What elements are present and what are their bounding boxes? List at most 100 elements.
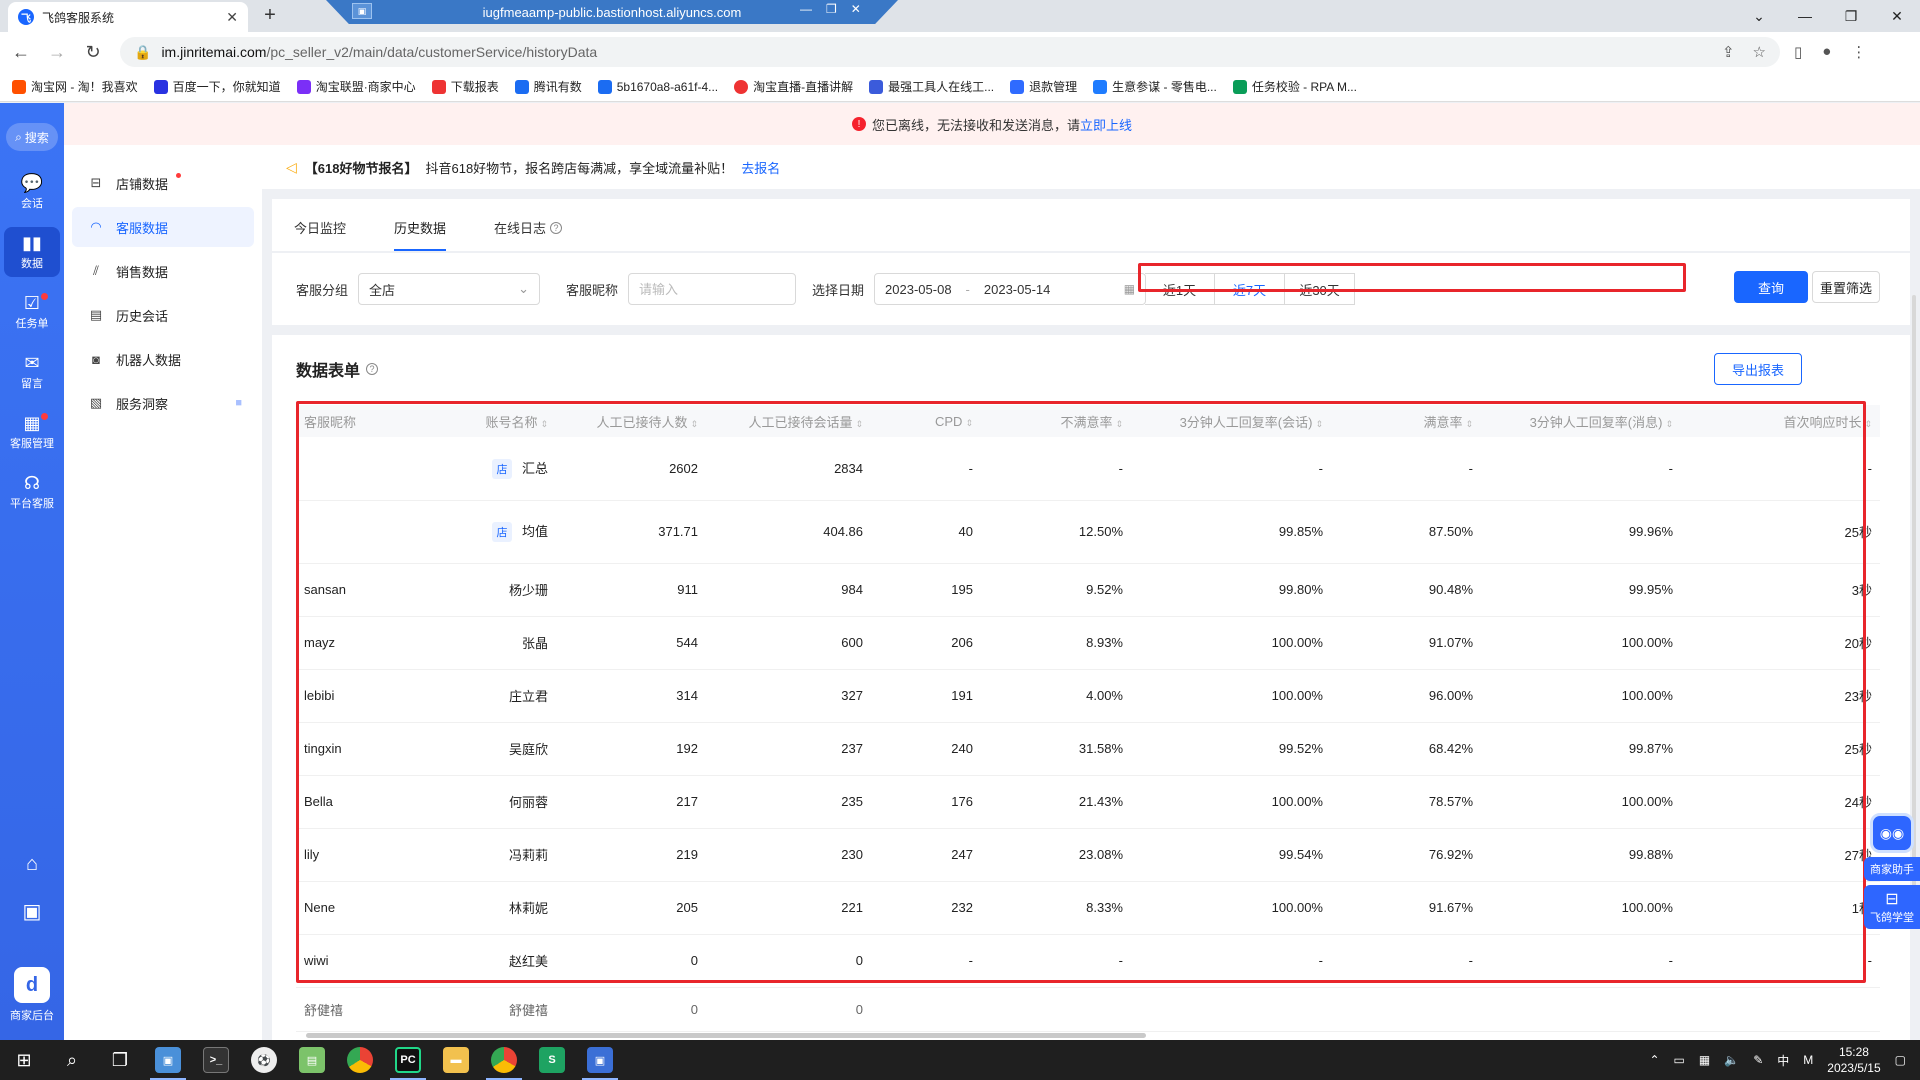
profile-avatar-icon[interactable]: ● [1822,43,1831,61]
sort-icon[interactable]: ⇕ [1665,419,1673,429]
taskbar-app-notepad[interactable]: ▤ [288,1040,336,1080]
taskbar-app-sheets[interactable]: S [528,1040,576,1080]
taskbar-clock[interactable]: 15:28 2023/5/15 [1827,1044,1880,1076]
bookmark-item[interactable]: 退款管理 [1010,78,1077,95]
new-tab-button[interactable]: + [258,4,282,28]
horizontal-scrollbar[interactable] [306,1033,1146,1038]
close-icon[interactable]: ✕ [1874,0,1920,32]
taskbar-app-explorer[interactable]: ▬ [432,1040,480,1080]
sort-icon[interactable]: ⇕ [965,418,973,428]
col-header-satisfaction[interactable]: 满意率 ⇕ [1331,405,1481,437]
taskbar-app-terminal[interactable]: >_ [192,1040,240,1080]
close-icon[interactable]: ✕ [226,9,238,26]
volume-icon[interactable]: 🔈 [1724,1053,1739,1067]
pin-icon[interactable]: ▣ [352,3,372,19]
bookmark-item[interactable]: 任务校验 - RPA M... [1232,78,1357,95]
sidebar-item-cs-data[interactable]: ◠ 客服数据 [72,207,254,247]
search-icon[interactable]: ⌕ [48,1040,96,1080]
nick-input[interactable] [628,273,797,305]
query-button[interactable]: 查询 [1734,271,1808,303]
sort-icon[interactable]: ⇕ [1315,419,1323,429]
merchant-assistant-button[interactable]: 商家助手 [1864,857,1920,881]
taskbar-app-game[interactable]: ⚽ [240,1040,288,1080]
notification-icon[interactable]: ▢ [1895,1053,1906,1067]
date-start[interactable]: 2023-05-08 [885,282,952,297]
sidebar-item-sales-data[interactable]: ⫽ 销售数据 [72,251,254,291]
bookmark-item[interactable]: 淘宝直播-直播讲解 [734,78,853,95]
ime-mode-icon[interactable]: M [1803,1053,1813,1067]
sort-icon[interactable]: ⇕ [690,419,698,429]
close-icon[interactable]: ✕ [851,2,861,16]
sidebar-item-store-data[interactable]: ⊟ 店铺数据 [72,163,254,203]
bookmark-item[interactable]: 最强工具人在线工... [869,78,994,95]
reset-filter-button[interactable]: 重置筛选 [1812,271,1880,303]
browser-tab[interactable]: 飞 飞鸽客服系统 ✕ [8,2,248,32]
network-icon[interactable]: ▭ [1674,1053,1685,1067]
pen-icon[interactable]: ✎ [1753,1053,1763,1067]
help-icon[interactable]: ? [366,363,379,375]
taskbar-app-remote-2[interactable]: ▣ [576,1040,624,1080]
chevron-up-icon[interactable]: ⌃ [1649,1053,1659,1067]
bookmark-item[interactable]: 淘宝网 - 淘！我喜欢 [12,78,138,95]
display-icon[interactable]: ▦ [1699,1053,1710,1067]
taskbar-app-remote[interactable]: ▣ [144,1040,192,1080]
sort-icon[interactable]: ⇕ [540,419,548,429]
robot-assistant-icon[interactable]: ◉◉ [1870,813,1914,853]
taskbar-app-pycharm[interactable]: PC [384,1040,432,1080]
sort-icon[interactable]: ⇕ [855,419,863,429]
task-view-icon[interactable]: ❐ [96,1040,144,1080]
calendar-icon[interactable]: ▦ [1124,282,1135,296]
back-icon[interactable]: ← [6,37,36,67]
date-range-picker[interactable]: 2023-05-08 - 2023-05-14 ▦ [874,273,1147,305]
export-report-button[interactable]: 导出报表 [1714,353,1802,385]
merchant-backend-logo-icon[interactable]: d [14,967,50,1003]
col-header-reply-rate-message[interactable]: 3分钟人工回复率(消息) ⇕ [1481,405,1681,437]
sidebar-item-robot-data[interactable]: ◙ 机器人数据 [72,339,254,379]
group-select[interactable]: 全店 ⌄ [358,273,541,305]
col-header-account[interactable]: 账号名称 ⇕ [436,405,556,437]
col-header-served-users[interactable]: 人工已接待人数 ⇕ [556,405,706,437]
col-header-cpd[interactable]: CPD ⇕ [871,405,981,437]
restore-icon[interactable]: ❐ [826,2,837,16]
taskbar-app-chrome[interactable] [336,1040,384,1080]
feige-academy-button[interactable]: ⊟ 飞鸽学堂 [1864,885,1920,929]
url-field[interactable]: 🔒 im.jinritemai.com/pc_seller_v2/main/da… [120,37,1780,67]
rail-item-platform-cs[interactable]: ☊ 平台客服 [4,467,60,517]
rail-item-cs-management[interactable]: ▦ 客服管理 [4,407,60,457]
bookmark-star-icon[interactable]: ☆ [1753,43,1766,61]
tab-online-log[interactable]: 在线日志? [494,218,563,251]
calculator-icon[interactable]: ▣ [18,899,46,924]
share-icon[interactable]: ⇪ [1722,43,1735,61]
minimize-icon[interactable]: — [800,2,812,16]
rail-item-chat[interactable]: 💬 会话 [4,167,60,217]
sidebar-item-service-insight[interactable]: ▧ 服务洞察 ■ [72,383,254,423]
bookmark-item[interactable]: 下载报表 [431,78,499,95]
rail-search-button[interactable]: ⌕ 搜索 [6,123,58,151]
vertical-scrollbar[interactable] [1912,295,1916,895]
more-menu-icon[interactable]: ⋮ [1851,43,1866,61]
col-header-first-response[interactable]: 首次响应时长 ⇕ [1681,405,1880,437]
bookmark-item[interactable]: 百度一下，你就知道 [153,78,281,95]
tab-history-data[interactable]: 历史数据 [394,218,447,251]
bookmark-item[interactable]: 腾讯有数 [514,78,582,95]
col-header-sessions[interactable]: 人工已接待会话量 ⇕ [706,405,871,437]
reload-icon[interactable]: ↻ [78,37,108,67]
building-icon[interactable]: ⌂ [18,853,46,876]
sort-icon[interactable]: ⇕ [1864,419,1872,429]
taskbar-app-chrome-active[interactable] [480,1040,528,1080]
rail-item-data[interactable]: ▮▮ 数据 [4,227,60,277]
go-online-link[interactable]: 立即上线 [1080,115,1132,134]
ime-indicator[interactable]: 中 [1777,1052,1789,1069]
forward-icon[interactable]: → [42,37,72,67]
sort-icon[interactable]: ⇕ [1465,419,1473,429]
promo-signup-link[interactable]: 去报名 [741,158,780,177]
tab-today-monitor[interactable]: 今日监控 [294,218,346,251]
date-end[interactable]: 2023-05-14 [984,282,1051,297]
bookmark-item[interactable]: 淘宝联盟·商家中心 [296,78,416,95]
side-panel-icon[interactable]: ▯ [1794,43,1802,61]
minimize-icon[interactable]: — [1782,0,1828,32]
tab-search-icon[interactable]: ⌄ [1736,0,1782,32]
help-icon[interactable]: ? [550,221,563,234]
sort-icon[interactable]: ⇕ [1115,419,1123,429]
bookmark-item[interactable]: 生意参谋 - 零售电... [1093,78,1217,95]
